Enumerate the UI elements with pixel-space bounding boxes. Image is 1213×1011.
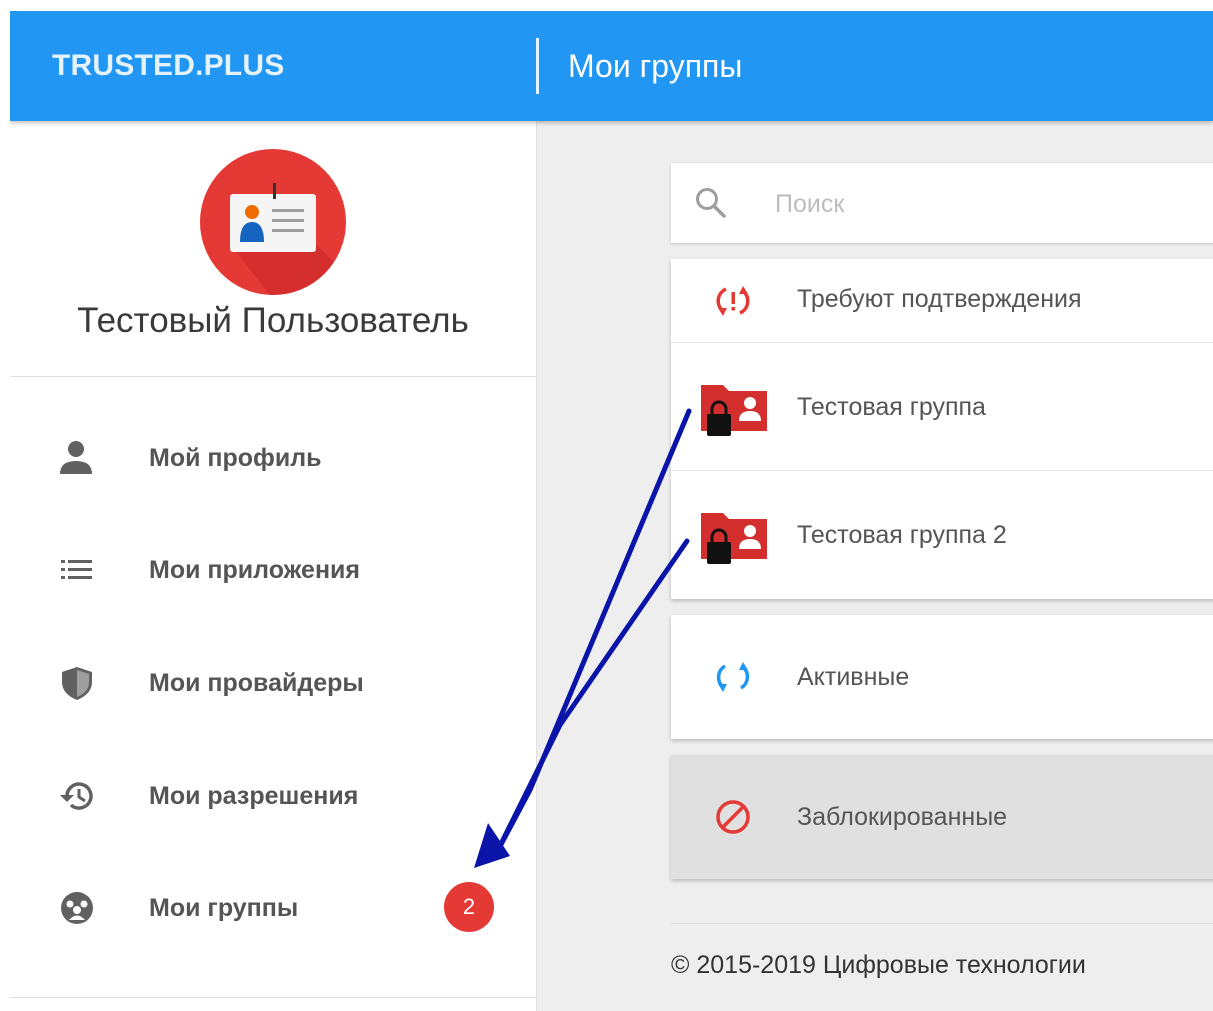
group-icon (58, 890, 98, 926)
id-card-icon (200, 149, 346, 295)
pending-groups-card: Требуют подтверждения Тестовая группа Те… (671, 259, 1213, 599)
search-input[interactable] (773, 181, 1197, 227)
sidebar-item-label: Мои провайдеры (149, 669, 364, 697)
header-divider (536, 38, 539, 94)
list-icon (58, 552, 98, 588)
top-app-bar: TRUSTED.PLUS Мои группы (10, 11, 1213, 121)
shield-icon (58, 665, 98, 701)
footer-copyright: © 2015-2019 Цифровые технологии (671, 951, 1086, 979)
sidebar-item-label: Мои группы (149, 894, 299, 922)
block-icon (713, 797, 753, 837)
sidebar-item-label: Мои разрешения (149, 782, 359, 810)
search-bar (671, 163, 1213, 243)
brand-logo-text[interactable]: TRUSTED.PLUS (52, 11, 284, 121)
person-icon (58, 440, 98, 476)
sidebar-divider (10, 997, 536, 998)
section-title: Требуют подтверждения (797, 285, 1082, 313)
locked-group-folder-icon (697, 507, 771, 567)
sidebar-item-label: Мой профиль (149, 444, 322, 472)
sidebar-item-profile[interactable]: Мой профиль (10, 418, 536, 498)
page-title: Мои группы (568, 48, 743, 84)
section-header-active[interactable]: Активные (671, 615, 1213, 739)
sync-icon (713, 657, 753, 697)
section-header-blocked[interactable]: Заблокированные (671, 755, 1213, 879)
sidebar-divider (10, 376, 536, 377)
history-icon (58, 778, 98, 814)
group-list-item[interactable]: Тестовая группа 2 (671, 471, 1213, 599)
group-list-item[interactable]: Тестовая группа (671, 343, 1213, 470)
section-header-pending[interactable]: Требуют подтверждения (671, 259, 1213, 342)
sidebar-item-permissions[interactable]: Мои разрешения (10, 756, 536, 836)
search-icon (693, 185, 729, 221)
group-name: Тестовая группа (797, 393, 986, 421)
active-groups-card: Активные (671, 615, 1213, 739)
sync-alert-icon (713, 281, 753, 321)
blocked-groups-card: Заблокированные (671, 755, 1213, 879)
sidebar-item-apps[interactable]: Мои приложения (10, 530, 536, 610)
sidebar-item-providers[interactable]: Мои провайдеры (10, 643, 536, 723)
app-window: TRUSTED.PLUS Мои группы Тестовый Пользов… (10, 11, 1213, 1011)
sidebar-item-label: Мои приложения (149, 556, 360, 584)
sidebar: Тестовый Пользователь Мой профиль Мои пр… (10, 121, 537, 1011)
group-name: Тестовая группа 2 (797, 521, 1007, 549)
footer-divider (671, 923, 1213, 924)
user-name: Тестовый Пользователь (77, 301, 469, 340)
sidebar-item-groups[interactable]: Мои группы 2 (10, 868, 536, 948)
section-title: Заблокированные (797, 803, 1008, 831)
notification-badge: 2 (444, 882, 494, 932)
section-title: Активные (797, 663, 910, 691)
locked-group-folder-icon (697, 379, 771, 439)
